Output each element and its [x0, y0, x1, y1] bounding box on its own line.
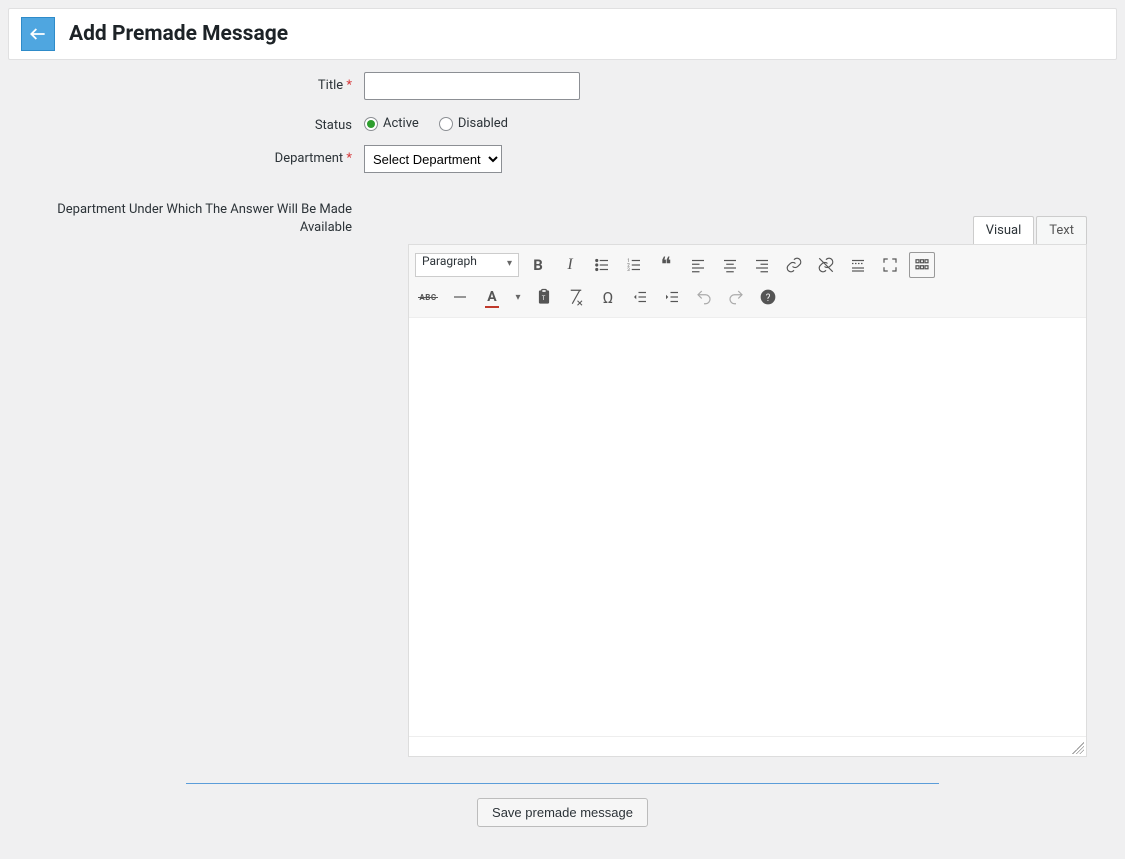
help-button[interactable]: ? — [755, 284, 781, 310]
text-color-button[interactable]: A — [479, 284, 505, 310]
toolbar-row-2: ABC A ▾ T Ω — [415, 281, 1080, 313]
svg-text:?: ? — [766, 293, 771, 304]
editor: Visual Text Paragraph B I 123 — [408, 216, 1087, 757]
horizontal-rule-button[interactable] — [447, 284, 473, 310]
indent-button[interactable] — [659, 284, 685, 310]
label-status: Status — [16, 112, 364, 133]
text-color-caret[interactable]: ▾ — [511, 284, 525, 310]
department-help-text: Department Under Which The Answer Will B… — [16, 201, 364, 236]
strikethrough-button[interactable]: ABC — [415, 284, 441, 310]
required-indicator: * — [346, 151, 352, 166]
tab-text[interactable]: Text — [1036, 216, 1087, 244]
label-title-text: Title — [318, 78, 343, 93]
radio-disabled[interactable]: Disabled — [439, 116, 508, 131]
label-department-text: Department — [275, 151, 344, 166]
editor-content[interactable] — [409, 318, 1086, 736]
toolbar-toggle-button[interactable] — [909, 252, 935, 278]
outdent-button[interactable] — [627, 284, 653, 310]
redo-button[interactable] — [723, 284, 749, 310]
align-left-button[interactable] — [685, 252, 711, 278]
row-department: Department * Select Department — [16, 145, 1109, 173]
link-button[interactable] — [781, 252, 807, 278]
toolbar-row-1: Paragraph B I 123 ❝ — [415, 249, 1080, 281]
bold-button[interactable]: B — [525, 252, 551, 278]
radio-active[interactable]: Active — [364, 116, 419, 131]
italic-button[interactable]: I — [557, 252, 583, 278]
form: Title * Status Active Disabled Depa — [8, 72, 1117, 827]
status-radio-group: Active Disabled — [364, 112, 1109, 131]
format-select[interactable]: Paragraph — [415, 253, 519, 277]
editor-shell: Paragraph B I 123 ❝ — [408, 244, 1087, 757]
blockquote-button[interactable]: ❝ — [653, 252, 679, 278]
tab-visual[interactable]: Visual — [973, 216, 1035, 244]
format-select-label: Paragraph — [422, 254, 477, 268]
title-input[interactable] — [364, 72, 580, 100]
clear-format-button[interactable] — [563, 284, 589, 310]
page-title: Add Premade Message — [69, 22, 288, 46]
radio-active-label: Active — [383, 116, 419, 131]
editor-tabs: Visual Text — [408, 216, 1087, 244]
save-button[interactable]: Save premade message — [477, 798, 648, 827]
align-center-button[interactable] — [717, 252, 743, 278]
label-department: Department * — [16, 145, 364, 166]
insert-more-button[interactable] — [845, 252, 871, 278]
required-indicator: * — [346, 78, 352, 93]
fullscreen-button[interactable] — [877, 252, 903, 278]
section-divider — [186, 783, 939, 784]
label-title: Title * — [16, 72, 364, 93]
undo-button[interactable] — [691, 284, 717, 310]
editor-status-bar — [409, 736, 1086, 756]
svg-text:T: T — [542, 295, 546, 302]
unlink-button[interactable] — [813, 252, 839, 278]
page-header: Add Premade Message — [8, 8, 1117, 60]
radio-disabled-label: Disabled — [458, 116, 508, 131]
department-select[interactable]: Select Department — [364, 145, 502, 173]
actions-row: Save premade message — [16, 798, 1109, 827]
radio-active-indicator — [364, 117, 378, 131]
back-button[interactable] — [21, 17, 55, 51]
editor-toolbar: Paragraph B I 123 ❝ — [409, 245, 1086, 318]
row-status: Status Active Disabled — [16, 112, 1109, 133]
resize-handle[interactable] — [1072, 742, 1084, 754]
paste-text-button[interactable]: T — [531, 284, 557, 310]
row-title: Title * — [16, 72, 1109, 100]
special-char-button[interactable]: Ω — [595, 284, 621, 310]
bullet-list-button[interactable] — [589, 252, 615, 278]
svg-text:3: 3 — [627, 267, 630, 273]
radio-disabled-indicator — [439, 117, 453, 131]
numbered-list-button[interactable]: 123 — [621, 252, 647, 278]
align-right-button[interactable] — [749, 252, 775, 278]
